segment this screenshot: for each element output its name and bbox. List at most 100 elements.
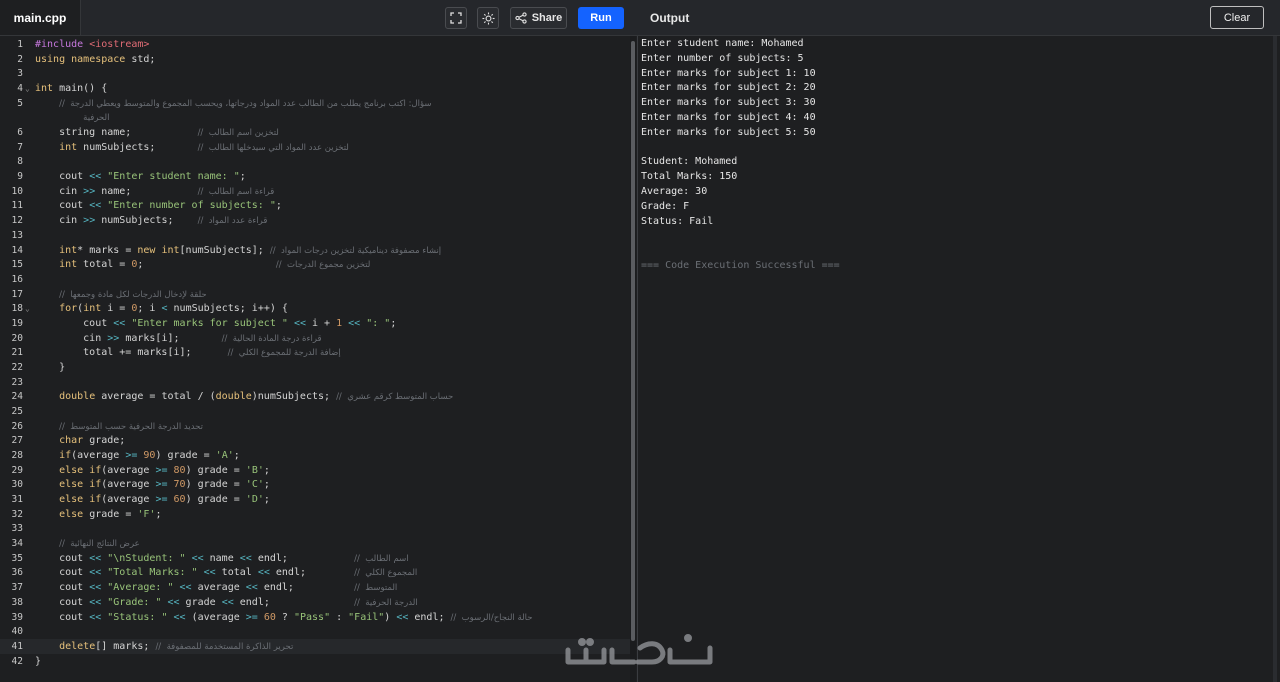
clear-button[interactable]: Clear bbox=[1210, 6, 1264, 29]
code-line[interactable]: 27 char grade; bbox=[0, 433, 630, 448]
line-number: 19 bbox=[11, 317, 23, 329]
line-number: 21 bbox=[11, 347, 23, 359]
code-line[interactable]: 12 cin >> numSubjects; // قراءة عدد المو… bbox=[0, 213, 630, 228]
code-line[interactable]: 41 delete[] marks; // تحرير الذاكرة المس… bbox=[0, 638, 630, 654]
code-line[interactable]: 10 cin >> name; // قراءة اسم الطالب bbox=[0, 184, 630, 199]
code-line[interactable]: 30 else if(average >= 70) grade = 'C'; bbox=[0, 477, 630, 492]
code-line[interactable]: 1 #include <iostream> bbox=[0, 37, 630, 52]
code-text: cout << "Enter student name: "; bbox=[35, 171, 246, 183]
code-line[interactable]: 20 cin >> marks[i]; // قراءة درجة المادة… bbox=[0, 331, 630, 346]
code-line[interactable]: 9 cout << "Enter student name: "; bbox=[0, 169, 630, 184]
output-line: Status: Fail bbox=[641, 215, 714, 227]
share-button[interactable]: Share bbox=[510, 7, 567, 29]
code-line[interactable]: 25 bbox=[0, 404, 630, 419]
line-number: 12 bbox=[11, 215, 23, 227]
run-button[interactable]: Run bbox=[578, 7, 624, 29]
fullscreen-button[interactable] bbox=[445, 7, 467, 29]
code-line[interactable]: 31 else if(average >= 60) grade = 'D'; bbox=[0, 492, 630, 507]
code-text: cout << "Enter number of subjects: "; bbox=[35, 200, 282, 212]
line-number: 34 bbox=[11, 538, 23, 550]
code-line[interactable]: 38 cout << "Grade: " << grade << endl; /… bbox=[0, 595, 630, 610]
code-text: delete[] marks; // تحرير الذاكرة المستخد… bbox=[59, 640, 294, 652]
code-line[interactable]: 4 ⌄ int main() { bbox=[0, 81, 630, 96]
line-number: 4 bbox=[17, 83, 23, 95]
code-line[interactable]: 16 bbox=[0, 272, 630, 287]
code-line[interactable]: 3 bbox=[0, 66, 630, 81]
code-text: else if(average >= 60) grade = 'D'; bbox=[59, 494, 270, 506]
line-number: 2 bbox=[17, 53, 23, 65]
code-line[interactable]: 33 bbox=[0, 521, 630, 536]
code-text: cin >> name; // قراءة اسم الطالب bbox=[35, 185, 275, 197]
line-number: 9 bbox=[17, 171, 23, 183]
code-line[interactable]: 18 ⌄ for(int i = 0; i < numSubjects; i++)… bbox=[0, 301, 630, 316]
output-line: Enter marks for subject 5: 50 bbox=[641, 126, 816, 138]
line-number: 36 bbox=[11, 567, 23, 579]
line-number: 29 bbox=[11, 464, 23, 476]
code-line[interactable]: 8 bbox=[0, 154, 630, 169]
code-text: cout << "Total Marks: " << total << endl… bbox=[35, 567, 418, 579]
code-line[interactable]: 39 cout << "Status: " << (average >= 60 … bbox=[0, 610, 630, 625]
code-text: string name; // لتخزين اسم الطالب bbox=[35, 127, 279, 139]
code-line[interactable]: 28 if(average >= 90) grade = 'A'; bbox=[0, 448, 630, 463]
code-line[interactable]: 35 cout << "\nStudent: " << name << endl… bbox=[0, 551, 630, 566]
code-line[interactable]: 24 double average = total / (double)numS… bbox=[0, 389, 630, 404]
code-line[interactable]: الحرفية bbox=[0, 110, 630, 125]
code-text: char grade; bbox=[59, 435, 126, 447]
line-number: 24 bbox=[11, 391, 23, 403]
code-line[interactable]: 6 string name; // لتخزين اسم الطالب bbox=[0, 125, 630, 140]
fold-arrow-icon[interactable]: ⌄ bbox=[25, 81, 30, 96]
code-line[interactable]: 17 // حلقة لإدخال الدرجات لكل مادة وجمعه… bbox=[0, 287, 630, 302]
code-line[interactable]: 19 cout << "Enter marks for subject " <<… bbox=[0, 316, 630, 331]
code-line[interactable]: 22 } bbox=[0, 360, 630, 375]
code-editor[interactable]: 1 #include <iostream> 2 using namespace std… bbox=[0, 36, 630, 682]
code-line[interactable]: 37 cout << "Average: " << average << end… bbox=[0, 580, 630, 595]
fold-arrow-icon[interactable]: ⌄ bbox=[25, 301, 30, 316]
line-number: 16 bbox=[11, 273, 23, 285]
code-line[interactable]: 40 bbox=[0, 624, 630, 639]
code-line[interactable]: 32 else grade = 'F'; bbox=[0, 507, 630, 522]
code-text: else grade = 'F'; bbox=[59, 508, 162, 520]
code-line[interactable]: 42} bbox=[0, 654, 630, 669]
code-line[interactable]: 23 bbox=[0, 375, 630, 390]
line-number: 41 bbox=[11, 640, 23, 652]
code-text: int* marks = new int[numSubjects]; // إن… bbox=[59, 244, 442, 256]
code-text: for(int i = 0; i < numSubjects; i++) { bbox=[59, 303, 288, 315]
line-number: 25 bbox=[11, 406, 23, 417]
code-line[interactable]: 7 int numSubjects; // لتخزين عدد المواد … bbox=[0, 140, 630, 155]
code-line[interactable]: 34 // عرض النتائج النهائية bbox=[0, 536, 630, 551]
editor-scrollbar-thumb[interactable] bbox=[631, 41, 635, 641]
code-line[interactable]: 29 else if(average >= 80) grade = 'B'; bbox=[0, 463, 630, 478]
code-line[interactable]: 14 int* marks = new int[numSubjects]; //… bbox=[0, 243, 630, 258]
code-text: cout << "Status: " << (average >= 60 ? "… bbox=[35, 611, 533, 623]
code-line[interactable]: 26 // تحديد الدرجة الحرفية حسب المتوسط bbox=[0, 419, 630, 434]
code-text: int numSubjects; // لتخزين عدد المواد ال… bbox=[59, 141, 349, 153]
output-line: === Code Execution Successful === bbox=[641, 260, 840, 271]
output-scrollbar[interactable] bbox=[1273, 36, 1277, 682]
output-line: Enter student name: Mohamed bbox=[641, 38, 804, 49]
output-line: Average: 30 bbox=[641, 186, 708, 197]
line-number: 1 bbox=[17, 39, 23, 50]
theme-toggle-button[interactable] bbox=[477, 7, 499, 29]
top-bar: main.cpp Share Run Output Clear bbox=[0, 0, 1280, 36]
line-number: 37 bbox=[11, 582, 23, 594]
line-number: 18 bbox=[11, 303, 23, 315]
expand-icon bbox=[450, 12, 462, 24]
code-line[interactable]: 15 int total = 0; // لتخزين مجموع الدرجا… bbox=[0, 257, 630, 272]
code-text: int main() { bbox=[35, 83, 108, 95]
code-text: cout << "\nStudent: " << name << endl; /… bbox=[35, 552, 409, 564]
code-line[interactable]: 2 using namespace std; bbox=[0, 52, 630, 67]
output-line: Enter marks for subject 3: 30 bbox=[641, 97, 816, 109]
code-text: else if(average >= 70) grade = 'C'; bbox=[59, 479, 270, 491]
output-line: Enter number of subjects: 5 bbox=[641, 52, 804, 64]
code-text: } bbox=[35, 361, 66, 373]
code-line[interactable]: 13 bbox=[0, 228, 630, 243]
file-tab-main-cpp[interactable]: main.cpp bbox=[0, 0, 81, 35]
code-line[interactable]: 11 cout << "Enter number of subjects: "; bbox=[0, 198, 630, 213]
line-number: 26 bbox=[11, 420, 23, 432]
code-line[interactable]: 5 // سؤال: اكتب برنامج يطلب من الطالب عد… bbox=[0, 96, 630, 111]
code-line[interactable]: 36 cout << "Total Marks: " << total << e… bbox=[0, 565, 630, 580]
code-line[interactable]: 21 total += marks[i]; // إضافة الدرجة لل… bbox=[0, 345, 630, 360]
line-number: 5 bbox=[17, 97, 23, 109]
line-number: 8 bbox=[17, 156, 23, 168]
line-number: 11 bbox=[11, 200, 23, 212]
